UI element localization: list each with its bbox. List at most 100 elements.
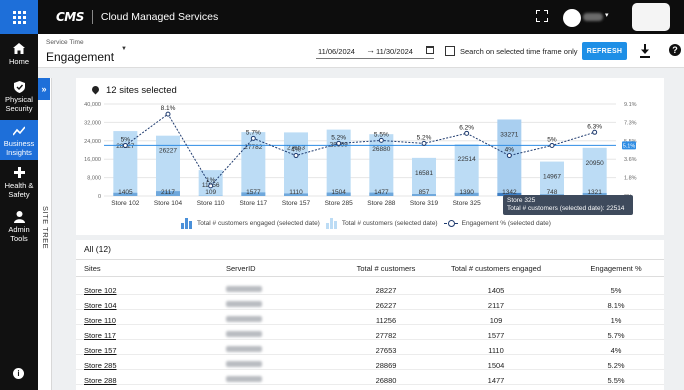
table-row[interactable]: Store 117 27782 1577 5.7%	[76, 327, 664, 340]
legend-item-total[interactable]: Total # customers (selected date)	[325, 217, 438, 229]
y2-tick-label: 7.3%	[624, 120, 637, 126]
bar-total-label: 20950	[586, 160, 604, 167]
cell-pct: 8.1%	[607, 301, 625, 310]
cell-total: 26227	[375, 301, 397, 310]
site-tree-label[interactable]: SITE TREE	[41, 206, 50, 249]
serverid-redacted	[226, 300, 262, 309]
col-header-sites[interactable]: Sites	[84, 264, 101, 273]
legend-item-pct[interactable]: Engagement % (selected date)	[443, 219, 551, 227]
table-count: All (12)	[84, 244, 111, 254]
col-header-engagement-pct[interactable]: Engagement %	[581, 264, 651, 273]
legend-item-engaged[interactable]: Total # customers engaged (selected date…	[181, 217, 320, 229]
sidebar-item-label: Physical Security	[5, 95, 33, 113]
engagement-point	[592, 129, 598, 135]
serverid-redacted	[226, 345, 262, 354]
bar-engaged-label: 1504	[331, 189, 346, 196]
sidebar-item-health-safety[interactable]: Health & Safety	[0, 166, 38, 200]
cell-total: 26880	[375, 376, 397, 385]
bar-engaged-label: 109	[205, 189, 216, 196]
engagement-point	[549, 142, 555, 148]
site-link[interactable]: Store 285	[84, 361, 117, 370]
user-menu-caret-icon[interactable]: ▾	[605, 11, 609, 19]
bar-total-label: 26880	[372, 146, 390, 153]
engagement-point-label: 8.1%	[161, 105, 176, 112]
x-tick-label: Store 285	[325, 200, 354, 207]
engagement-point-label: 5%	[121, 136, 131, 143]
sidebar-item-label: Admin Tools	[8, 225, 30, 243]
table-header: Sites ServerID Total # customers Total #…	[76, 259, 664, 277]
engagement-point	[122, 142, 128, 148]
engagement-point	[293, 153, 299, 159]
chart-tooltip: Store 325 Total # customers (selected da…	[503, 195, 633, 215]
download-icon[interactable]	[640, 44, 650, 58]
serverid-redacted	[226, 285, 262, 294]
engagement-point-label: 5.7%	[246, 129, 261, 136]
sidebar-item-admin-tools[interactable]: Admin Tools	[0, 210, 38, 244]
search-timeframe-label: Search on selected time frame only	[460, 47, 578, 56]
calendar-icon[interactable]	[426, 46, 434, 54]
site-link[interactable]: Store 117	[84, 331, 116, 340]
y-tick-label: 40,000	[84, 102, 101, 108]
cell-total: 28869	[375, 361, 397, 370]
bar-engaged-label: 857	[419, 189, 430, 196]
col-header-serverid[interactable]: ServerID	[226, 264, 256, 273]
table-row[interactable]: Store 110 11256 109 1%	[76, 312, 664, 325]
site-link[interactable]: Store 157	[84, 346, 117, 355]
engagement-point	[378, 137, 384, 143]
info-icon[interactable]: i	[13, 368, 24, 379]
shield-icon	[13, 80, 25, 93]
engagement-point-label: 5.2%	[331, 134, 346, 141]
x-tick-label: Store 117	[239, 200, 267, 207]
col-header-engaged[interactable]: Total # customers engaged	[436, 264, 556, 273]
bar-total-label: 16581	[415, 170, 433, 177]
cell-total: 11256	[375, 316, 397, 325]
serverid-redacted	[226, 360, 262, 369]
refresh-button[interactable]: REFRESH	[582, 42, 627, 60]
engagement-point-label: 6.2%	[459, 124, 474, 131]
cell-engaged: 2117	[487, 301, 505, 310]
site-tree-toggle-button[interactable]: »	[38, 78, 50, 100]
user-avatar[interactable]	[563, 9, 581, 27]
service-time-select[interactable]: Engagement	[46, 50, 114, 64]
service-time-label: Service Time	[46, 39, 84, 46]
table-row[interactable]: Store 104 26227 2117 8.1%	[76, 297, 664, 310]
grid-icon	[12, 10, 26, 24]
cms-logo[interactable]: CMS	[56, 10, 84, 24]
bar-chart-icon	[325, 217, 337, 229]
user-name-redacted[interactable]	[583, 13, 603, 21]
bar-total	[369, 134, 394, 196]
table-row[interactable]: Store 102 28227 1405 5%	[76, 282, 664, 295]
help-icon[interactable]: ?	[669, 44, 681, 56]
col-header-total[interactable]: Total # customers	[356, 264, 416, 273]
date-to-input[interactable]: 11/30/2024	[376, 47, 413, 56]
sidebar-item-business-insights[interactable]: Business Insights	[0, 120, 38, 160]
engagement-point	[165, 111, 171, 117]
sidebar-item-home[interactable]: Home	[0, 42, 38, 70]
sidebar-item-label: Home	[8, 57, 29, 66]
table-row[interactable]: Store 285 28869 1504 5.2%	[76, 357, 664, 370]
site-link[interactable]: Store 104	[84, 301, 117, 310]
section-divider	[76, 235, 664, 240]
chevron-down-icon[interactable]: ▼	[121, 46, 127, 52]
y-tick-label: 32,000	[84, 120, 101, 126]
site-link[interactable]: Store 288	[84, 376, 117, 385]
date-from-input[interactable]: 11/06/2024	[318, 47, 355, 56]
cell-total: 27782	[375, 331, 397, 340]
sidebar-item-label: Health & Safety	[4, 181, 34, 199]
cell-engaged: 1110	[488, 346, 504, 355]
person-icon	[13, 210, 25, 223]
site-link[interactable]: Store 102	[84, 286, 117, 295]
table-row[interactable]: Store 288 26880 1477 5.5%	[76, 372, 664, 385]
bar-engaged-label: 1577	[246, 189, 261, 196]
x-tick-label: Store 319	[410, 200, 439, 207]
engagement-point	[208, 183, 214, 189]
site-link[interactable]: Store 110	[84, 316, 116, 325]
engagement-line	[125, 113, 595, 187]
search-timeframe-checkbox[interactable]	[445, 46, 455, 56]
tenant-logo[interactable]	[632, 3, 670, 31]
app-launcher-button[interactable]	[0, 0, 38, 34]
fullscreen-icon[interactable]	[536, 10, 548, 22]
bar-engaged-label: 1405	[118, 189, 133, 196]
sidebar-item-physical-security[interactable]: Physical Security	[0, 80, 38, 114]
table-row[interactable]: Store 157 27653 1110 4%	[76, 342, 664, 355]
